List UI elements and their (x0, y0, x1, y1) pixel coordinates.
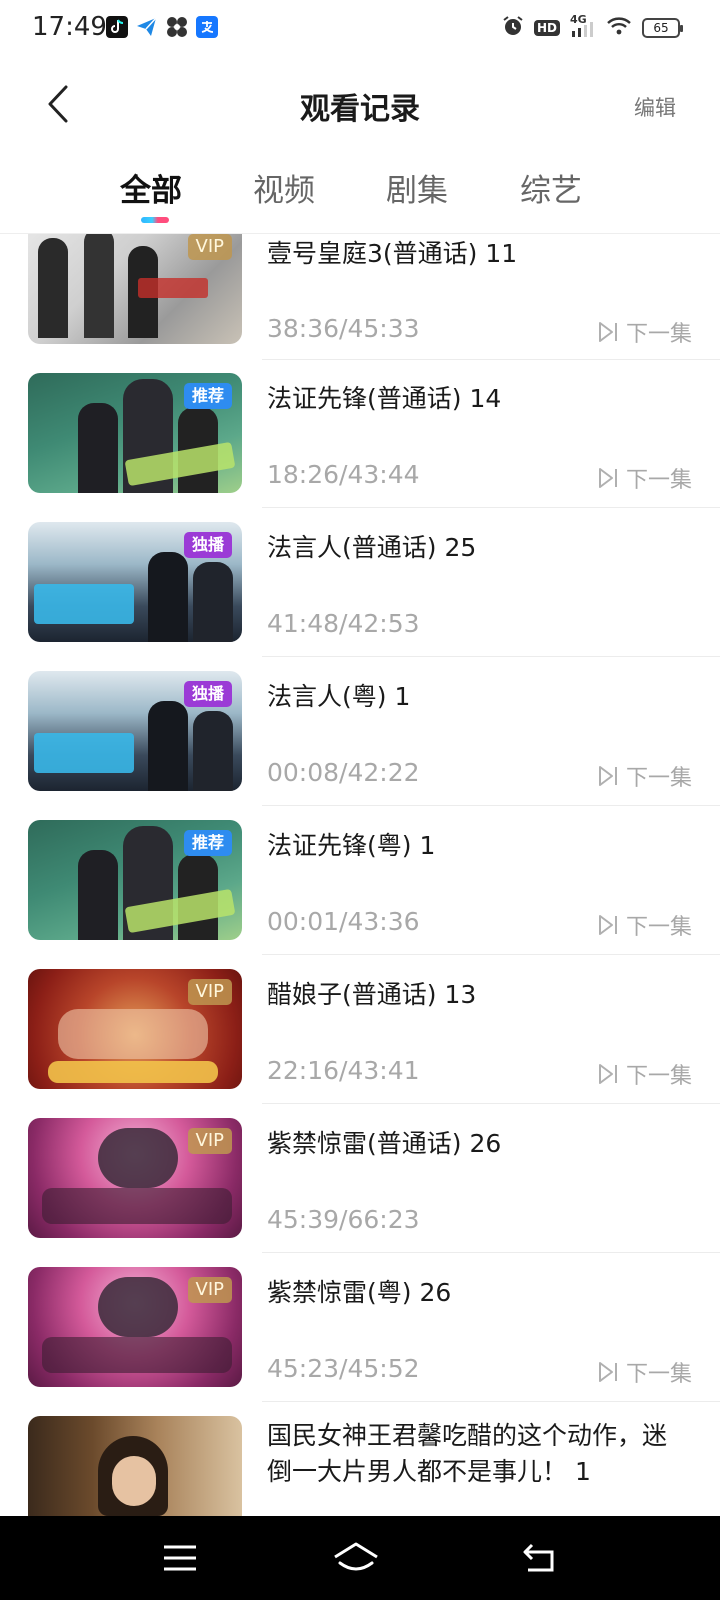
item-progress: 45:39/66:23 (267, 1205, 420, 1234)
list-item[interactable]: 国民女神王君馨吃醋的这个动作，迷倒一大片男人都不是事儿！ 1 (0, 1416, 720, 1516)
list-item[interactable]: 独播 法言人(粤) 1 00:08/42:22 下一集 (0, 671, 720, 820)
hd-icon: HD (533, 20, 560, 36)
vip-badge: VIP (187, 979, 232, 1005)
exclusive-badge: 独播 (183, 532, 232, 558)
row-divider (262, 805, 720, 806)
video-thumbnail: 独播 (28, 671, 242, 791)
history-list: VIP 壹号皇庭3(普通话) 11 38:36/45:33 下一集 推荐 法证先… (0, 234, 720, 1516)
alarm-icon (502, 15, 524, 41)
item-title: 法言人(普通话) 25 (267, 533, 477, 562)
vip-badge: VIP (187, 1128, 232, 1154)
signal-icon: 4G (570, 13, 596, 39)
list-item[interactable]: 独播 法言人(普通话) 25 41:48/42:53 (0, 522, 720, 671)
video-thumbnail: VIP (28, 1267, 242, 1387)
video-thumbnail: 推荐 (28, 820, 242, 940)
next-episode-button[interactable]: 下一集 (598, 760, 692, 792)
item-title: 醋娘子(普通话) 13 (267, 980, 477, 1009)
row-divider (262, 954, 720, 955)
row-divider (262, 507, 720, 508)
next-episode-icon (598, 1362, 617, 1382)
item-title: 国民女神王君馨吃醋的这个动作，迷倒一大片男人都不是事儿！ 1 (267, 1421, 668, 1486)
row-divider (262, 1103, 720, 1104)
category-tabs: 全部 视频 剧集 综艺 (0, 165, 720, 229)
item-progress: 38:36/45:33 (267, 314, 420, 343)
next-episode-label: 下一集 (625, 468, 692, 493)
next-episode-label: 下一集 (625, 1064, 692, 1089)
item-title: 紫禁惊雷(粤) 26 (267, 1278, 452, 1307)
next-episode-label: 下一集 (625, 1362, 692, 1387)
alipay-icon (196, 16, 218, 38)
app-header: 观看记录 编辑 (0, 62, 720, 148)
item-progress: 22:16/43:41 (267, 1056, 420, 1085)
next-episode-icon (598, 766, 617, 786)
item-progress: 18:26/43:44 (267, 460, 420, 489)
tiktok-icon (106, 16, 128, 38)
item-progress: 45:23/45:52 (267, 1354, 420, 1383)
status-app-icons (106, 16, 218, 38)
system-nav-bar (0, 1516, 720, 1600)
recommended-badge: 推荐 (183, 383, 232, 409)
list-item[interactable]: VIP 壹号皇庭3(普通话) 11 38:36/45:33 下一集 (0, 234, 720, 373)
back-nav-button[interactable] (520, 1538, 560, 1578)
return-icon (523, 1543, 554, 1572)
item-title: 法证先锋(粤) 1 (267, 831, 436, 860)
item-title: 壹号皇庭3(普通话) 11 (267, 239, 518, 268)
video-thumbnail: VIP (28, 969, 242, 1089)
tab-series[interactable]: 剧集 (386, 165, 448, 210)
video-thumbnail (28, 1416, 242, 1516)
item-progress: 00:01/43:36 (267, 907, 420, 936)
menu-icon (164, 1545, 196, 1571)
list-item[interactable]: VIP 紫禁惊雷(粤) 26 45:23/45:52 下一集 (0, 1267, 720, 1416)
page-title: 观看记录 (300, 92, 420, 127)
wifi-icon (606, 16, 632, 40)
video-thumbnail: VIP (28, 234, 242, 344)
item-progress: 00:08/42:22 (267, 758, 420, 787)
next-episode-icon (598, 322, 617, 342)
tab-all[interactable]: 全部 (120, 165, 182, 210)
row-divider (262, 1401, 720, 1402)
status-bar: 17:49 HD 4G 65 (0, 0, 720, 58)
next-episode-button[interactable]: 下一集 (598, 316, 692, 348)
fan-icon (166, 16, 188, 38)
next-episode-button[interactable]: 下一集 (598, 462, 692, 494)
next-episode-button[interactable]: 下一集 (598, 1356, 692, 1388)
next-episode-label: 下一集 (625, 322, 692, 347)
next-episode-button[interactable]: 下一集 (598, 1058, 692, 1090)
item-title: 法证先锋(普通话) 14 (267, 384, 502, 413)
next-episode-icon (598, 1064, 617, 1084)
menu-button[interactable] (160, 1538, 200, 1578)
home-button[interactable] (332, 1538, 380, 1578)
next-episode-icon (598, 468, 617, 488)
list-item[interactable]: 推荐 法证先锋(粤) 1 00:01/43:36 下一集 (0, 820, 720, 969)
send-icon (136, 16, 158, 38)
next-episode-label: 下一集 (625, 766, 692, 791)
next-episode-button[interactable]: 下一集 (598, 909, 692, 941)
tab-video[interactable]: 视频 (253, 165, 315, 210)
row-divider (262, 1252, 720, 1253)
item-title: 紫禁惊雷(普通话) 26 (267, 1129, 502, 1158)
list-item[interactable]: VIP 紫禁惊雷(普通话) 26 45:39/66:23 (0, 1118, 720, 1267)
list-item[interactable]: VIP 醋娘子(普通话) 13 22:16/43:41 下一集 (0, 969, 720, 1118)
battery-icon: 65 (642, 18, 683, 38)
video-thumbnail: 推荐 (28, 373, 242, 493)
row-divider (262, 359, 720, 360)
video-thumbnail: 独播 (28, 522, 242, 642)
vip-badge: VIP (187, 234, 232, 260)
item-title: 法言人(粤) 1 (267, 682, 411, 711)
tab-variety[interactable]: 综艺 (520, 165, 582, 210)
edit-button[interactable]: 编辑 (634, 92, 676, 122)
row-divider (262, 656, 720, 657)
exclusive-badge: 独播 (183, 681, 232, 707)
item-progress: 41:48/42:53 (267, 609, 420, 638)
status-time: 17:49 (32, 12, 107, 42)
active-tab-indicator (141, 217, 169, 223)
status-indicators: HD 4G 65 (502, 13, 683, 41)
recommended-badge: 推荐 (183, 830, 232, 856)
list-item[interactable]: 推荐 法证先锋(普通话) 14 18:26/43:44 下一集 (0, 373, 720, 522)
vip-badge: VIP (187, 1277, 232, 1303)
next-episode-icon (598, 915, 617, 935)
next-episode-label: 下一集 (625, 915, 692, 940)
home-icon (334, 1542, 378, 1571)
video-thumbnail: VIP (28, 1118, 242, 1238)
